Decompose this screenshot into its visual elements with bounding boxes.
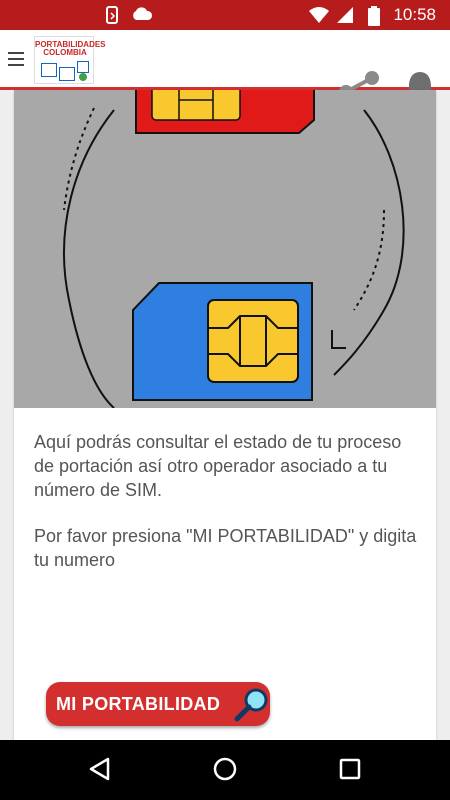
app-bar: PORTABILIDADES COLOMBIA bbox=[0, 30, 450, 113]
wifi-icon bbox=[309, 7, 329, 23]
status-bar: 10:58 bbox=[0, 0, 450, 30]
cloud-icon bbox=[133, 7, 153, 20]
description-text: Aquí podrás consultar el estado de tu pr… bbox=[34, 430, 424, 594]
home-icon[interactable] bbox=[212, 756, 238, 782]
clock: 10:58 bbox=[393, 5, 436, 24]
system-nav-bar bbox=[0, 740, 450, 800]
description-paragraph-1: Aquí podrás consultar el estado de tu pr… bbox=[34, 432, 402, 500]
recents-icon[interactable] bbox=[338, 756, 362, 782]
sim-swap-illustration bbox=[14, 90, 436, 408]
battery-icon bbox=[368, 6, 380, 26]
mi-portabilidad-button[interactable]: MI PORTABILIDAD bbox=[46, 682, 270, 726]
phone-icon bbox=[106, 6, 118, 24]
mi-portabilidad-label: MI PORTABILIDAD bbox=[56, 694, 221, 714]
logo-text-line2: COLOMBIA bbox=[43, 48, 87, 57]
search-icon bbox=[234, 688, 268, 722]
app-logo: PORTABILIDADES COLOMBIA bbox=[34, 36, 106, 84]
description-paragraph-2: Por favor presiona "MI PORTABILIDAD" y d… bbox=[34, 526, 417, 570]
hamburger-menu-icon[interactable] bbox=[8, 52, 24, 66]
signal-icon bbox=[337, 7, 353, 23]
back-icon[interactable] bbox=[88, 756, 112, 782]
